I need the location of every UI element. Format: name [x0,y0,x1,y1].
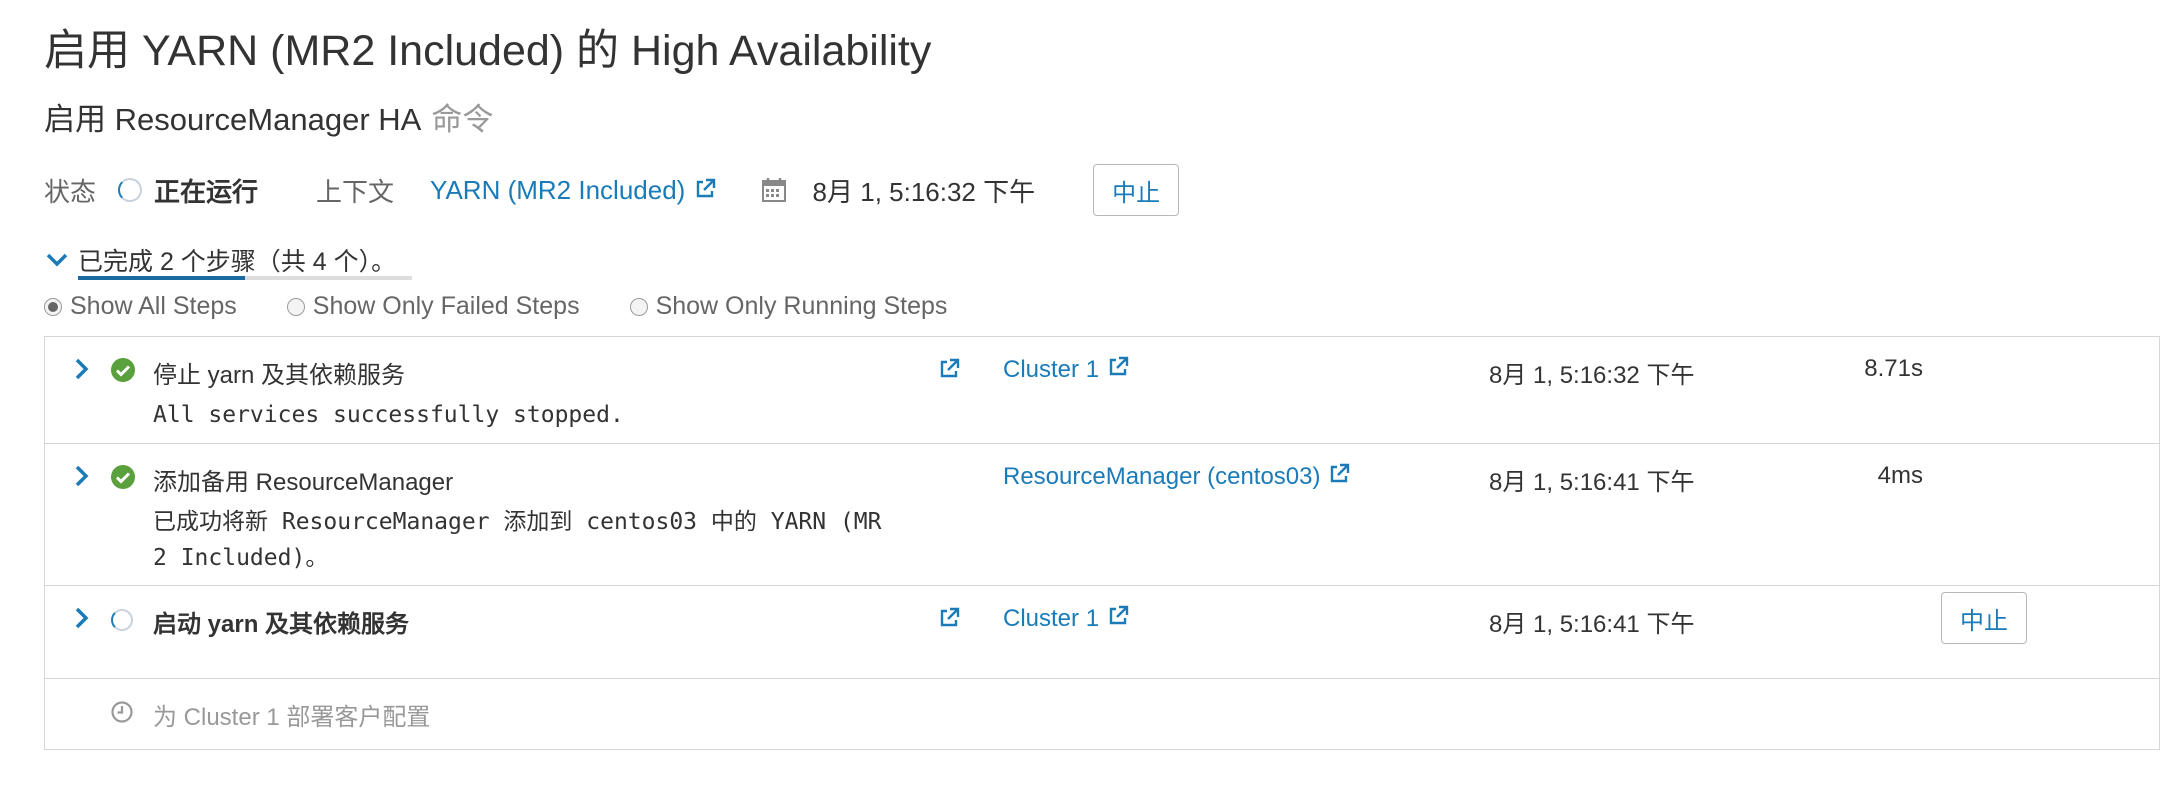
command-status-bar: 状态 正在运行 上下文 YARN (MR2 Included) 8月 1, 5:… [44,164,1180,216]
clock-icon [111,701,133,723]
command-suffix: 命令 [431,102,494,137]
abort-step-button[interactable]: 中止 [1941,592,2027,644]
step-filter-group: Show All Steps Show Only Failed Steps Sh… [44,292,997,321]
radio-button[interactable] [286,297,305,316]
filter-all-steps[interactable]: Show All Steps [44,292,237,321]
abort-command-button[interactable]: 中止 [1093,164,1180,216]
step-duration: 8.71s [1864,355,1923,382]
filter-label: Show Only Running Steps [655,292,948,320]
context-link-text: Cluster 1 [1003,605,1100,632]
start-time: 8月 1, 5:16:32 下午 [812,176,1036,207]
running-spinner-icon [111,609,133,631]
chevron-right-icon[interactable] [71,463,93,489]
external-link-icon[interactable] [937,606,961,630]
step-context-link[interactable]: Cluster 1 [1003,355,1130,384]
command-name: 启用 ResourceManager HA [44,102,422,137]
step-name: 启动 yarn 及其依赖服务 [153,611,410,638]
step-message: 已成功将新 ResourceManager 添加到 centos03 中的 YA… [153,509,882,571]
command-subtitle: 启用 ResourceManager HA 命令 [44,94,493,139]
step-time: 8月 1, 5:16:41 下午 [1489,469,1695,496]
step-row: 添加备用 ResourceManager 已成功将新 ResourceManag… [45,444,2159,586]
step-context-link[interactable]: ResourceManager (centos03) [1003,462,1351,491]
success-check-icon [111,465,135,489]
status-value: 正在运行 [154,176,259,207]
step-context-link[interactable]: Cluster 1 [1003,604,1130,633]
step-message: All services successfully stopped. [153,402,624,428]
chevron-down-icon [46,253,68,267]
chevron-right-icon[interactable] [71,605,93,631]
external-link-icon [696,178,715,197]
external-link-icon [1109,605,1128,625]
step-name: 添加备用 ResourceManager [153,469,454,496]
calendar-icon [761,178,786,202]
context-link-text: ResourceManager (centos03) [1003,463,1321,490]
step-name: 停止 yarn 及其依赖服务 [153,362,406,389]
context-label: 上下文 [316,176,395,207]
chevron-right-icon[interactable] [71,356,93,382]
filter-running-steps[interactable]: Show Only Running Steps [629,292,948,321]
progress-bar [78,276,412,280]
radio-button[interactable] [629,297,648,316]
step-time: 8月 1, 5:16:41 下午 [1489,611,1695,638]
step-row: 停止 yarn 及其依赖服务 All services successfully… [45,337,2159,444]
page-title: 启用 YARN (MR2 Included) 的 High Availabili… [44,27,932,75]
filter-label: Show Only Failed Steps [312,292,580,320]
progress-summary: 已完成 2 个步骤（共 4 个）。 [78,248,397,276]
progress-toggle[interactable]: 已完成 2 个步骤（共 4 个）。 [44,242,396,278]
external-link-icon [1330,463,1350,483]
success-check-icon [111,358,135,382]
step-time: 8月 1, 5:16:32 下午 [1489,362,1695,389]
external-link-icon [1109,356,1128,376]
progress-bar-fill [78,276,245,280]
step-name: 为 Cluster 1 部署客户配置 [153,704,431,731]
external-link-icon[interactable] [937,357,961,381]
running-spinner-icon [118,178,143,202]
radio-button[interactable] [44,297,62,316]
filter-failed-steps[interactable]: Show Only Failed Steps [286,292,580,321]
step-duration: 4ms [1877,462,1923,489]
steps-table: 停止 yarn 及其依赖服务 All services successfully… [44,336,2160,750]
step-row: 启动 yarn 及其依赖服务 Cluster 1 8月 1, 5:16:41 下… [45,586,2159,679]
context-link-text: Cluster 1 [1003,356,1100,383]
filter-label: Show All Steps [70,292,237,320]
context-link[interactable]: YARN (MR2 Included) [430,175,717,206]
context-link-text: YARN (MR2 Included) [430,174,686,205]
step-row: 为 Cluster 1 部署客户配置 [45,679,2159,749]
status-label: 状态 [44,176,97,207]
